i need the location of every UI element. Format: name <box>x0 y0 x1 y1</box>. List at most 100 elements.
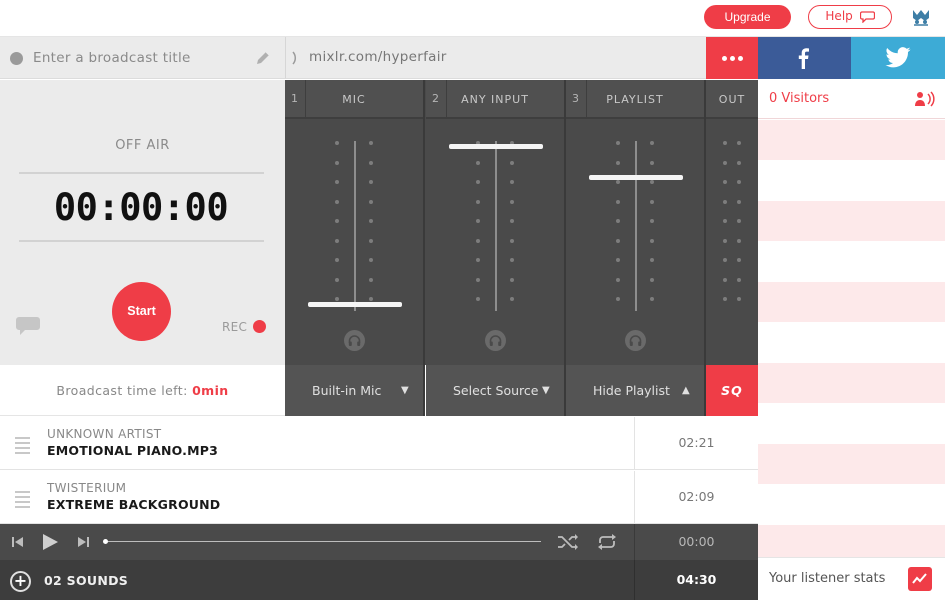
record-toggle[interactable] <box>253 320 266 333</box>
channel-header: 2 ANY INPUT <box>426 80 564 119</box>
next-track-icon[interactable] <box>76 535 90 549</box>
play-icon[interactable] <box>41 533 59 551</box>
level-ticks <box>737 141 741 317</box>
fader-track[interactable] <box>495 141 497 311</box>
channel-source-label: Select Source <box>453 383 539 398</box>
fader-track[interactable] <box>354 141 356 311</box>
playback-current-time: 00:00 <box>634 524 758 560</box>
track-title: EXTREME BACKGROUND <box>47 497 221 512</box>
channel-name: MIC <box>342 93 366 106</box>
upgrade-button[interactable]: Upgrade <box>704 5 791 29</box>
record-label: REC <box>222 320 248 334</box>
broadcast-title-input[interactable] <box>33 46 243 70</box>
track-artist: TWISTERIUM <box>47 481 127 495</box>
headphones-icon <box>629 335 642 346</box>
more-dot-icon <box>730 56 735 61</box>
playlist-total-duration: 04:30 <box>634 560 758 600</box>
broadcast-url-field[interactable]: mixlr.com/hyperfair <box>285 37 706 79</box>
level-ticks <box>369 141 373 317</box>
player-bar: 00:00 <box>0 524 758 560</box>
playlist-track-row[interactable]: TWISTERIUM EXTREME BACKGROUND 02:09 <box>0 471 758 524</box>
level-ticks <box>650 141 654 317</box>
more-options-button[interactable] <box>706 37 758 79</box>
visitors-count: 0 Visitors <box>769 91 830 106</box>
trend-chart-icon <box>912 573 927 584</box>
broadcast-signal-icon <box>292 51 297 65</box>
facebook-icon <box>798 48 809 69</box>
mixer-channel: 3 PLAYLIST <box>566 80 706 365</box>
broadcast-time-left: Broadcast time left: 0min <box>0 365 285 416</box>
chat-icon[interactable] <box>15 316 41 336</box>
twitter-share-button[interactable] <box>851 37 945 79</box>
monitor-headphones-button[interactable] <box>485 330 506 351</box>
volume-fader[interactable] <box>449 144 543 150</box>
monitor-headphones-button[interactable] <box>344 330 365 351</box>
volume-fader[interactable] <box>589 174 683 180</box>
broadcast-title-field <box>0 37 285 79</box>
level-ticks <box>723 141 727 317</box>
more-dot-icon <box>738 56 743 61</box>
track-duration: 02:09 <box>634 471 758 523</box>
listener-broadcast-icon[interactable] <box>915 91 937 107</box>
channel-header: 1 MIC <box>285 80 423 119</box>
listener-stats-label: Your listener stats <box>769 571 886 586</box>
listener-row <box>758 201 945 241</box>
level-ticks <box>616 141 620 317</box>
previous-track-icon[interactable] <box>11 535 25 549</box>
channel-source-select[interactable]: Built-in Mic ▼ <box>285 365 425 416</box>
channel-source-label: Built-in Mic <box>312 383 382 398</box>
track-title: EMOTIONAL PIANO.MP3 <box>47 443 219 458</box>
track-artist: UNKNOWN ARTIST <box>47 427 162 441</box>
facebook-share-button[interactable] <box>758 37 851 79</box>
mixlr-logo-icon[interactable] <box>910 7 932 27</box>
chevron-down-icon: ▼ <box>542 385 550 396</box>
mixer-channel: 1 MIC <box>285 80 425 365</box>
drag-handle-icon[interactable] <box>15 491 30 511</box>
channel-source-select[interactable]: Select Source ▼ <box>426 365 566 416</box>
listener-stats-bar[interactable]: Your listener stats <box>758 557 945 600</box>
twitter-icon <box>885 47 911 68</box>
help-button[interactable]: Help <box>808 5 892 29</box>
channel-header: 3 PLAYLIST <box>566 80 704 119</box>
output-header: OUT <box>706 80 758 119</box>
broadcast-status: OFF AIR <box>115 138 170 153</box>
add-sound-button[interactable]: + <box>10 571 31 592</box>
volume-fader[interactable] <box>308 302 402 308</box>
broadcast-timer: 00:00:00 <box>53 186 229 229</box>
output-meter <box>706 119 758 365</box>
channel-name: PLAYLIST <box>606 93 664 106</box>
level-ticks <box>476 141 480 317</box>
start-broadcast-button[interactable]: Start <box>112 282 171 341</box>
channel-name: ANY INPUT <box>461 93 529 106</box>
level-ticks <box>510 141 514 317</box>
status-dot-icon <box>10 52 23 65</box>
drag-handle-icon[interactable] <box>15 437 30 457</box>
sounds-count: 02 SOUNDS <box>44 573 129 588</box>
divider <box>19 240 264 242</box>
channel-source-label: Hide Playlist <box>593 383 670 398</box>
chevron-down-icon: ▼ <box>401 385 409 396</box>
channel-source-select[interactable]: Hide Playlist ▲ <box>566 365 706 416</box>
listener-row <box>758 444 945 484</box>
playback-progress-track[interactable] <box>104 541 541 542</box>
time-left-value: 0min <box>192 383 229 398</box>
repeat-icon[interactable] <box>596 533 618 551</box>
listener-row <box>758 363 945 403</box>
divider <box>19 172 264 174</box>
playlist-footer: + 02 SOUNDS 04:30 <box>0 560 758 600</box>
level-ticks <box>335 141 339 317</box>
fader-track[interactable] <box>635 141 637 311</box>
time-left-label: Broadcast time left: <box>56 383 188 398</box>
top-bar: Upgrade Help <box>0 0 945 37</box>
speech-bubble-icon <box>859 10 875 24</box>
playback-progress-handle[interactable] <box>103 539 108 544</box>
shuffle-icon[interactable] <box>557 533 579 551</box>
listener-stats-button[interactable] <box>908 567 932 591</box>
help-label: Help <box>825 9 853 23</box>
pencil-icon[interactable] <box>254 49 272 67</box>
playlist-track-row[interactable]: UNKNOWN ARTIST EMOTIONAL PIANO.MP3 02:21 <box>0 417 758 470</box>
sound-quality-button[interactable]: SQ <box>706 365 758 416</box>
chevron-up-icon: ▲ <box>682 385 690 396</box>
track-duration: 02:21 <box>634 417 758 469</box>
monitor-headphones-button[interactable] <box>625 330 646 351</box>
